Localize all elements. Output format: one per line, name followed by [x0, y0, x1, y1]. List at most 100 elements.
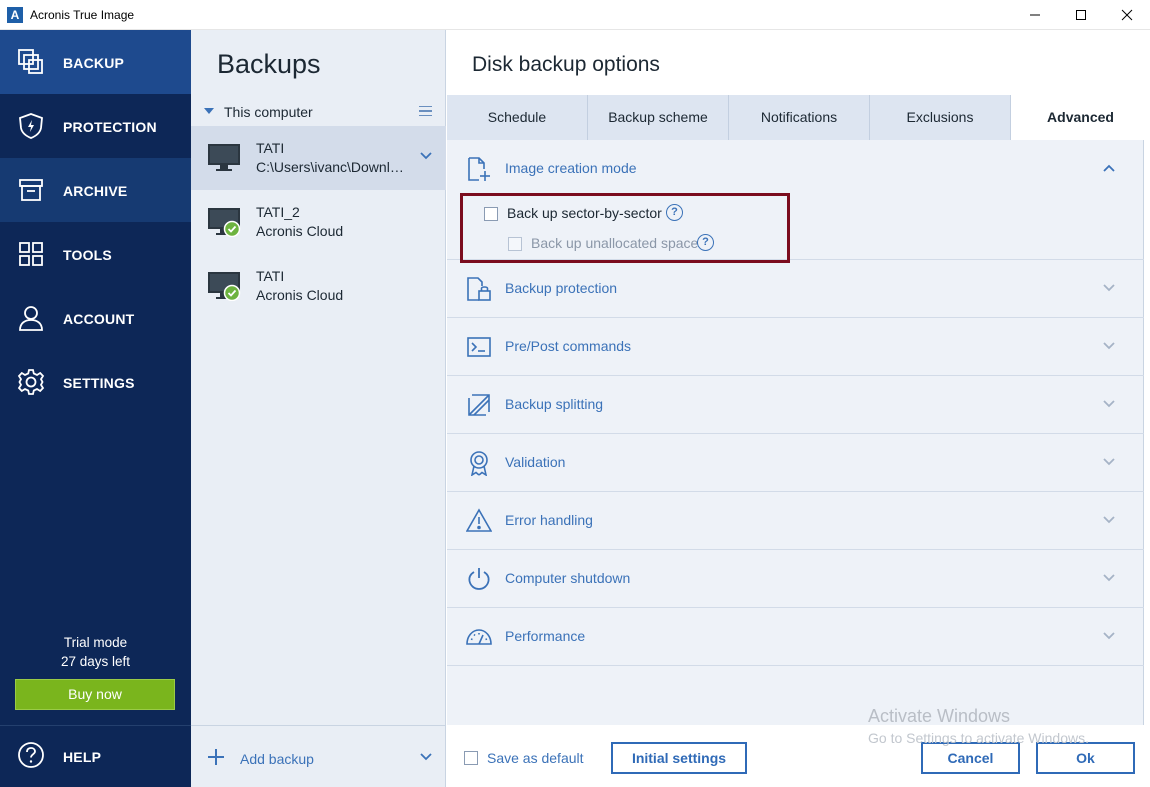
- monitor-icon: [208, 144, 240, 171]
- close-icon: [1121, 9, 1133, 21]
- chevron-down-icon: [1103, 574, 1115, 582]
- chevron-down-icon: [1103, 516, 1115, 524]
- section-backup-protection[interactable]: Backup protection: [447, 260, 1144, 318]
- nav-label-settings: SETTINGS: [63, 375, 135, 391]
- chevron-down-icon: [1103, 632, 1115, 640]
- collapse-triangle-icon: [204, 108, 214, 114]
- tools-grid-icon: [19, 242, 43, 266]
- section-performance[interactable]: Performance: [447, 608, 1144, 666]
- section-label: Backup splitting: [505, 396, 604, 412]
- gear-icon: [17, 369, 45, 395]
- nav-label-tools: TOOLS: [63, 247, 112, 263]
- section-label: Error handling: [505, 512, 593, 528]
- nav-item-protection[interactable]: PROTECTION: [0, 94, 191, 158]
- backup-name: TATI: [256, 140, 285, 156]
- nav-item-settings[interactable]: SETTINGS: [0, 350, 191, 414]
- unallocated-space-checkbox[interactable]: [508, 237, 522, 251]
- tab-exclusions[interactable]: Exclusions: [870, 95, 1011, 140]
- add-backup-button[interactable]: Add backup: [191, 725, 446, 787]
- nav-item-help[interactable]: HELP: [0, 726, 191, 787]
- nav-item-backup[interactable]: BACKUP: [0, 30, 191, 94]
- section-pre-post-commands[interactable]: Pre/Post commands: [447, 318, 1144, 376]
- monitor-ok-icon: [208, 208, 241, 237]
- group-this-computer[interactable]: This computer: [191, 98, 446, 126]
- chevron-up-icon[interactable]: [1103, 164, 1115, 172]
- chevron-down-icon: [1103, 458, 1115, 466]
- backup-name: TATI: [256, 268, 285, 284]
- split-icon: [468, 394, 490, 416]
- lock-file-icon: [467, 277, 491, 301]
- section-label: Computer shutdown: [505, 570, 631, 586]
- backups-title: Backups: [217, 49, 321, 79]
- new-file-icon: [468, 157, 490, 181]
- chevron-down-icon: [1103, 284, 1115, 292]
- title-bar: A Acronis True Image: [0, 0, 1150, 30]
- nav-item-archive[interactable]: ARCHIVE: [0, 158, 191, 222]
- section-backup-splitting[interactable]: Backup splitting: [447, 376, 1144, 434]
- tab-notifications[interactable]: Notifications: [729, 95, 870, 140]
- gauge-icon: [466, 629, 492, 645]
- chevron-down-icon[interactable]: [420, 753, 432, 761]
- add-backup-label: Add backup: [240, 751, 314, 767]
- buy-now-button[interactable]: Buy now: [15, 679, 175, 710]
- archive-icon: [19, 179, 43, 201]
- power-icon: [468, 568, 490, 590]
- backup-icon: [18, 49, 43, 74]
- user-icon: [19, 306, 43, 331]
- backup-item[interactable]: TATI C:\Users\ivanc\Downloads: [191, 126, 446, 190]
- hamburger-menu-icon[interactable]: [419, 106, 432, 116]
- section-computer-shutdown[interactable]: Computer shutdown: [447, 550, 1144, 608]
- backup-item[interactable]: TATI Acronis Cloud: [191, 254, 446, 318]
- chevron-down-icon: [1103, 400, 1115, 408]
- section-validation[interactable]: Validation: [447, 434, 1144, 492]
- backup-item[interactable]: TATI_2 Acronis Cloud: [191, 190, 446, 254]
- ok-button[interactable]: Ok: [1036, 742, 1135, 774]
- minimize-icon: [1030, 14, 1040, 16]
- section-image-creation-mode: Image creation mode Back up sector-by-se…: [447, 140, 1144, 263]
- highlight-box: [460, 193, 790, 263]
- nav-item-tools[interactable]: TOOLS: [0, 222, 191, 286]
- main-navigation: BACKUP PROTECTION ARCHIVE TOOLS ACCOUNT …: [0, 30, 191, 787]
- badge-icon: [470, 451, 488, 476]
- backup-location: Acronis Cloud: [256, 223, 344, 239]
- cancel-button[interactable]: Cancel: [921, 742, 1020, 774]
- save-as-default-checkbox[interactable]: [464, 751, 478, 765]
- nav-label-backup: BACKUP: [63, 55, 125, 71]
- help-icon: [18, 742, 44, 768]
- options-tabs: Schedule Backup scheme Notifications Exc…: [447, 95, 1150, 140]
- sector-by-sector-checkbox[interactable]: [484, 207, 498, 221]
- advanced-options-list: Image creation mode Back up sector-by-se…: [447, 140, 1144, 725]
- section-error-handling[interactable]: Error handling: [447, 492, 1144, 550]
- nav-label-help: HELP: [63, 749, 102, 765]
- save-as-default-label[interactable]: Save as default: [487, 750, 584, 766]
- monitor-ok-icon: [208, 272, 241, 301]
- tab-schedule[interactable]: Schedule: [447, 95, 588, 140]
- section-label: Backup protection: [505, 280, 618, 296]
- backup-name: TATI_2: [256, 204, 300, 220]
- tab-backup-scheme[interactable]: Backup scheme: [588, 95, 729, 140]
- initial-settings-button[interactable]: Initial settings: [611, 742, 747, 774]
- close-button[interactable]: [1104, 0, 1150, 30]
- trial-info: Trial mode 27 days left: [0, 633, 191, 671]
- activation-watermark-text: Go to Settings to activate Windows.: [868, 730, 1089, 746]
- trial-mode-text: Trial mode: [63, 635, 128, 650]
- section-label: Validation: [505, 454, 566, 470]
- terminal-icon: [467, 337, 491, 357]
- nav-item-account[interactable]: ACCOUNT: [0, 286, 191, 350]
- trial-days-left: 27 days left: [60, 654, 131, 669]
- nav-label-protection: PROTECTION: [63, 119, 157, 135]
- maximize-button[interactable]: [1058, 0, 1104, 30]
- minimize-button[interactable]: [1012, 0, 1058, 30]
- nav-label-account: ACCOUNT: [63, 311, 135, 327]
- help-question-icon[interactable]: ?: [697, 234, 714, 251]
- chevron-down-icon[interactable]: [420, 152, 432, 160]
- maximize-icon: [1076, 10, 1086, 20]
- app-logo-icon: A: [7, 7, 23, 23]
- tab-advanced[interactable]: Advanced: [1011, 95, 1150, 140]
- help-question-icon[interactable]: ?: [666, 204, 683, 221]
- backup-location: Acronis Cloud: [256, 287, 344, 303]
- section-label[interactable]: Image creation mode: [505, 160, 637, 176]
- nav-label-archive: ARCHIVE: [63, 183, 128, 199]
- backup-location: C:\Users\ivanc\Downloads: [256, 159, 411, 175]
- activation-watermark-title: Activate Windows: [868, 706, 1011, 726]
